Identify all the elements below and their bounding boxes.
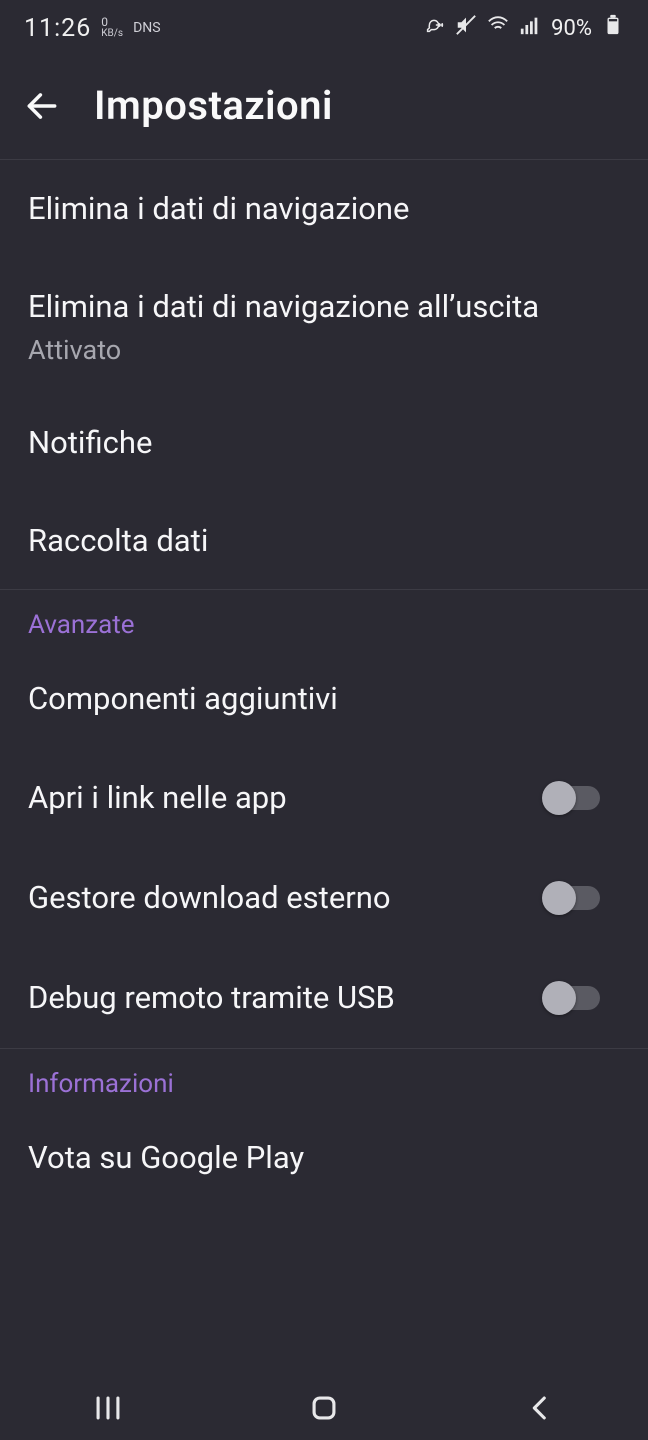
item-label: Elimina i dati di navigazione bbox=[28, 188, 620, 230]
status-bar: 11:26 0 KB/s DNS 90% bbox=[0, 0, 648, 56]
settings-list: Elimina i dati di navigazione Elimina i … bbox=[0, 160, 648, 1207]
item-notifications[interactable]: Notifiche bbox=[0, 394, 648, 492]
item-external-download[interactable]: Gestore download esterno bbox=[0, 848, 648, 948]
arrow-left-icon bbox=[23, 87, 61, 125]
item-data-collection[interactable]: Raccolta dati bbox=[0, 492, 648, 590]
item-label: Vota su Google Play bbox=[28, 1137, 620, 1179]
item-label: Notifiche bbox=[28, 422, 620, 464]
vpn-key-icon bbox=[423, 14, 445, 42]
status-right: 90% bbox=[423, 14, 624, 42]
toggle-usb-debug[interactable] bbox=[544, 976, 620, 1020]
battery-icon bbox=[602, 14, 624, 42]
item-clear-on-exit[interactable]: Elimina i dati di navigazione all’uscita… bbox=[0, 258, 648, 394]
item-addons[interactable]: Componenti aggiuntivi bbox=[0, 650, 648, 748]
page-title: Impostazioni bbox=[94, 82, 333, 129]
item-label: Debug remoto tramite USB bbox=[28, 977, 524, 1019]
chevron-left-icon bbox=[523, 1391, 557, 1425]
nav-recents-button[interactable] bbox=[48, 1384, 168, 1432]
item-label: Apri i link nelle app bbox=[28, 777, 524, 819]
battery-percent: 90% bbox=[551, 16, 592, 41]
item-usb-debug[interactable]: Debug remoto tramite USB bbox=[0, 948, 648, 1048]
wifi-icon bbox=[487, 14, 509, 42]
item-rate-google-play[interactable]: Vota su Google Play bbox=[0, 1109, 648, 1207]
item-label: Elimina i dati di navigazione all’uscita bbox=[28, 286, 620, 328]
toggle-external-download[interactable] bbox=[544, 876, 620, 920]
mute-icon bbox=[455, 14, 477, 42]
section-advanced: Avanzate bbox=[0, 589, 648, 650]
back-button[interactable] bbox=[20, 84, 64, 128]
status-net-speed: 0 KB/s bbox=[101, 17, 123, 39]
signal-icon bbox=[519, 14, 541, 42]
item-label: Raccolta dati bbox=[28, 520, 620, 562]
nav-back-button[interactable] bbox=[480, 1384, 600, 1432]
nav-home-button[interactable] bbox=[264, 1384, 384, 1432]
item-open-links-in-apps[interactable]: Apri i link nelle app bbox=[0, 748, 648, 848]
item-label: Gestore download esterno bbox=[28, 877, 524, 919]
toggle-open-links[interactable] bbox=[544, 776, 620, 820]
home-icon bbox=[307, 1391, 341, 1425]
item-sublabel: Attivato bbox=[28, 334, 620, 366]
recents-icon bbox=[91, 1391, 125, 1425]
item-label: Componenti aggiuntivi bbox=[28, 678, 620, 720]
item-clear-nav-data[interactable]: Elimina i dati di navigazione bbox=[0, 160, 648, 258]
status-dns: DNS bbox=[133, 20, 161, 36]
system-nav-bar bbox=[0, 1376, 648, 1440]
section-info: Informazioni bbox=[0, 1048, 648, 1109]
app-header: Impostazioni bbox=[0, 56, 648, 160]
status-left: 11:26 0 KB/s DNS bbox=[24, 14, 161, 43]
status-time: 11:26 bbox=[24, 14, 91, 43]
